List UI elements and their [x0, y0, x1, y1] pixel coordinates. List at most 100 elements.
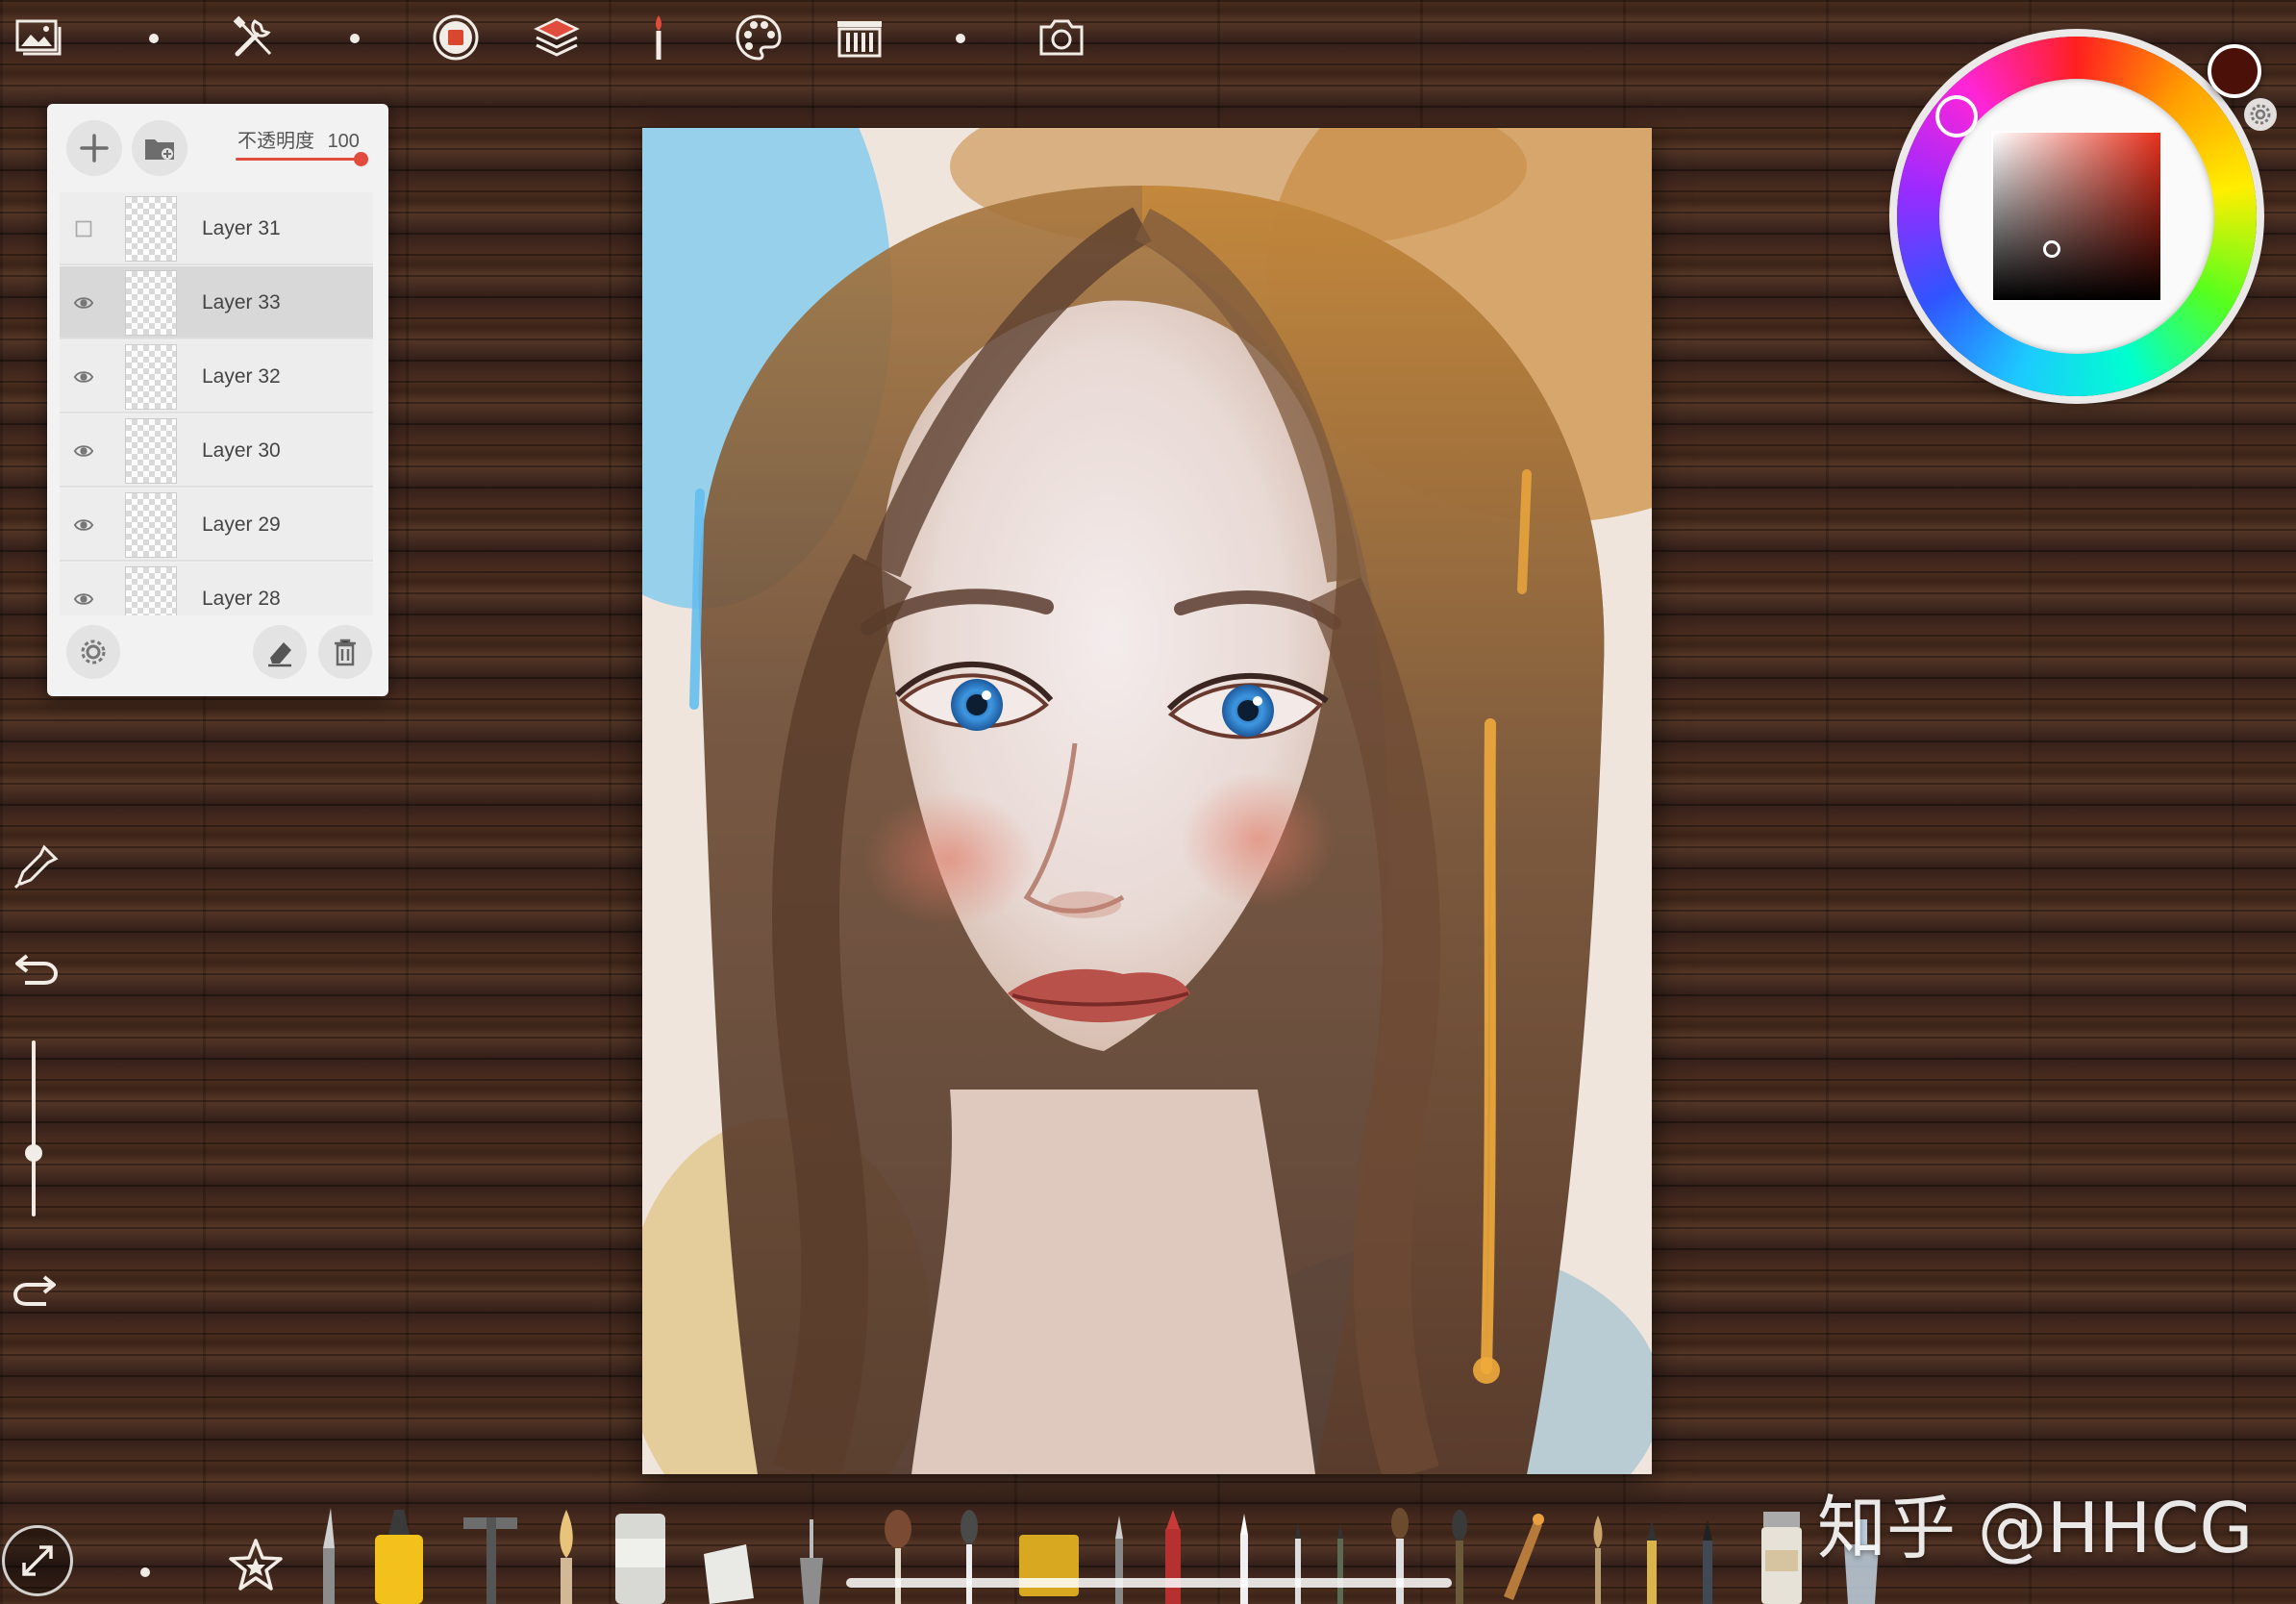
palette-knife-icon — [323, 1508, 335, 1604]
brush-tool-pencil[interactable] — [1633, 1481, 1671, 1604]
top-toolbar — [0, 0, 1115, 73]
toolbar-separator-dot — [350, 34, 360, 43]
camera-button[interactable] — [1032, 8, 1091, 67]
marker-icon — [375, 1510, 423, 1604]
brush-tool-eraser[interactable] — [611, 1481, 669, 1604]
layer-name: Layer 31 — [202, 217, 281, 239]
color-settings-button[interactable] — [2244, 98, 2277, 131]
graphite-pencil-icon — [1703, 1519, 1712, 1604]
layer-row[interactable]: Layer 33 — [60, 266, 373, 339]
eye-icon[interactable] — [72, 588, 95, 611]
expand-icon — [22, 1545, 53, 1576]
layer-thumbnail — [125, 492, 177, 558]
hue-picker[interactable] — [1935, 95, 1978, 138]
layer-settings-button[interactable] — [66, 625, 120, 679]
brush-tool-tissue[interactable] — [698, 1481, 760, 1604]
gallery-button[interactable] — [10, 8, 69, 67]
brush-size-slider-knob[interactable] — [25, 1144, 42, 1162]
round-brush-icon — [560, 1510, 573, 1604]
layer-name: Layer 28 — [202, 588, 281, 610]
brush-tool-round[interactable] — [544, 1481, 588, 1604]
brush-tool-ruler[interactable] — [458, 1481, 525, 1604]
layer-thumbnail — [125, 344, 177, 410]
brush-library-icon — [837, 21, 882, 58]
opacity-label-text: 不透明度 — [237, 131, 314, 152]
undo-icon — [15, 954, 59, 985]
gear-icon — [81, 639, 106, 664]
palette-button[interactable] — [729, 8, 788, 67]
layers-icon — [534, 17, 580, 57]
brush-icon — [656, 15, 661, 60]
eyedropper-button[interactable] — [8, 840, 63, 895]
opacity-slider[interactable] — [236, 158, 361, 161]
eraser-block-icon — [615, 1514, 665, 1604]
layer-row[interactable]: Layer 28 — [60, 563, 373, 615]
gallery-icon — [15, 19, 62, 56]
redo-button[interactable] — [8, 1260, 63, 1316]
toolbar-separator-dot — [149, 34, 159, 43]
layer-name: Layer 30 — [202, 439, 281, 462]
brush-tool-airbrush[interactable] — [790, 1481, 833, 1604]
tissue-icon — [704, 1544, 754, 1604]
clear-layer-button[interactable] — [253, 625, 307, 679]
opacity-label: 不透明度 100 — [237, 125, 360, 153]
brush-tool-ink[interactable] — [1577, 1481, 1619, 1604]
color-wheel[interactable] — [1897, 37, 2257, 396]
add-layer-button[interactable] — [66, 120, 122, 176]
tools-button[interactable] — [224, 8, 284, 67]
brush-tool-knife[interactable] — [310, 1481, 348, 1604]
add-folder-button[interactable] — [132, 120, 187, 176]
saturation-value-square[interactable] — [1991, 131, 2162, 302]
brush-library-button[interactable] — [830, 8, 889, 67]
brush-size-slider[interactable] — [32, 1040, 36, 1216]
checkbox-icon[interactable] — [72, 217, 95, 240]
brush-tool-salt[interactable] — [1752, 1481, 1811, 1604]
palette-icon — [736, 14, 782, 61]
folder-add-icon — [145, 139, 174, 160]
eye-icon[interactable] — [72, 439, 95, 463]
brush-tool-glitter[interactable] — [1496, 1481, 1550, 1604]
layer-row[interactable]: Layer 30 — [60, 414, 373, 488]
camera-icon — [1039, 19, 1084, 56]
calipers-icon — [463, 1517, 517, 1604]
saturation-value-picker[interactable] — [2043, 240, 2060, 258]
salt-shaker-icon — [1761, 1512, 1802, 1604]
layer-thumbnail — [125, 418, 177, 484]
tray-separator-dot — [140, 1567, 150, 1577]
layer-thumbnail — [125, 270, 177, 336]
brush-tool-graphite[interactable] — [1688, 1481, 1727, 1604]
opacity-slider-knob[interactable] — [354, 152, 368, 166]
brush-button[interactable] — [629, 8, 688, 67]
watercolor-portrait — [642, 128, 1652, 1474]
delete-layer-button[interactable] — [318, 625, 372, 679]
layer-row[interactable]: Layer 32 — [60, 340, 373, 414]
airbrush-icon — [800, 1519, 823, 1604]
opacity-value: 100 — [327, 131, 360, 152]
eye-icon[interactable] — [72, 291, 95, 314]
watermark: 知乎 @HHCG — [1817, 1488, 2254, 1568]
glitter-icon — [1504, 1514, 1544, 1600]
current-color-swatch[interactable] — [2208, 44, 2261, 98]
layer-list[interactable]: Layer 31 Layer 33 Layer 32 Layer 30 Layer 29… — [60, 192, 373, 615]
gear-icon — [2250, 104, 2271, 125]
record-button[interactable] — [426, 8, 486, 67]
layer-thumbnail — [125, 196, 177, 262]
favorites-button[interactable] — [225, 1535, 287, 1596]
eye-icon[interactable] — [72, 365, 95, 388]
layer-row[interactable]: Layer 31 — [60, 192, 373, 265]
drawing-canvas[interactable] — [642, 128, 1652, 1474]
brush-tool-marker[interactable] — [365, 1481, 433, 1604]
layer-name: Layer 29 — [202, 514, 281, 536]
brush-tray-scrollbar[interactable] — [846, 1578, 1452, 1588]
undo-button[interactable] — [8, 939, 63, 994]
eye-icon[interactable] — [72, 514, 95, 537]
layer-row[interactable]: Layer 29 — [60, 489, 373, 562]
layer-name: Layer 33 — [202, 291, 281, 313]
fullscreen-button[interactable] — [2, 1525, 73, 1596]
layer-name: Layer 32 — [202, 365, 281, 388]
layer-thumbnail — [125, 566, 177, 615]
plus-icon — [80, 134, 109, 163]
layers-button[interactable] — [527, 8, 586, 67]
stop-record-icon — [433, 14, 479, 61]
toolbar-separator-dot — [956, 34, 965, 43]
